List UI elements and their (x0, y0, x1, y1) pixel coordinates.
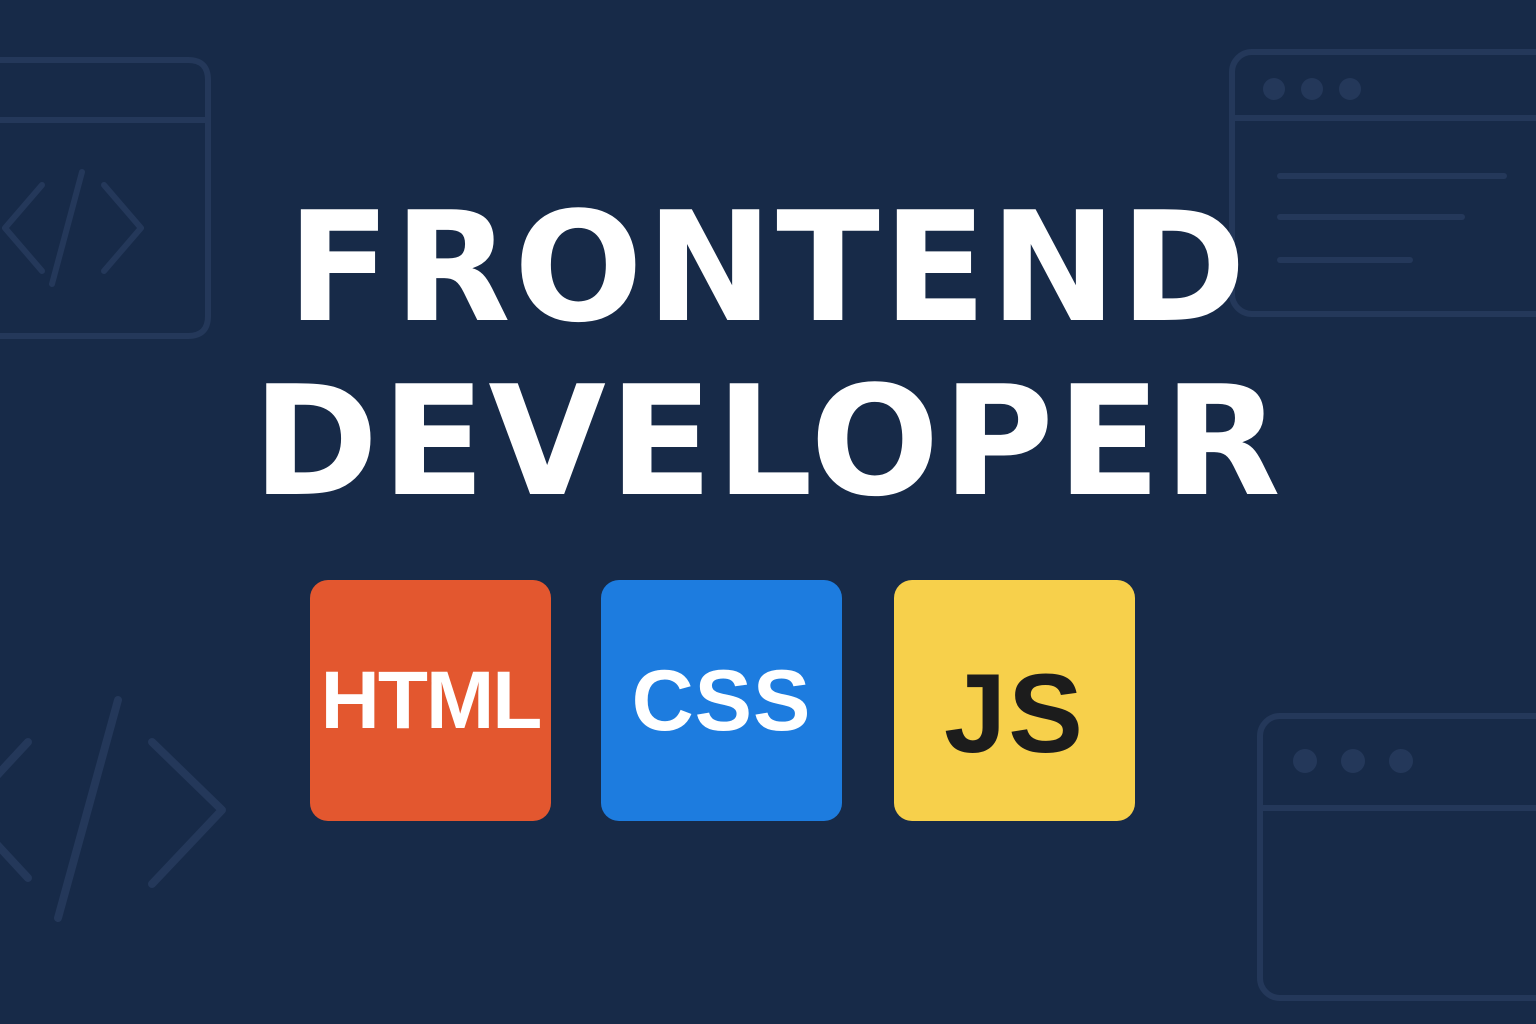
html-badge-label: HTML (320, 654, 543, 746)
js-badge: JS (894, 580, 1135, 821)
title-line-developer: DEVELOPER (252, 353, 1284, 530)
title-line-frontend: FRONTEND (286, 179, 1250, 356)
css-badge: CSS (601, 580, 842, 821)
js-badge-label: JS (944, 650, 1085, 776)
css-badge-label: CSS (631, 652, 812, 749)
browser-window-dots (1263, 78, 1361, 100)
poster: FRONTEND DEVELOPER HTML CSS JS (0, 0, 1536, 1024)
browser-window-dots (1293, 749, 1413, 773)
html-badge: HTML (310, 580, 551, 821)
